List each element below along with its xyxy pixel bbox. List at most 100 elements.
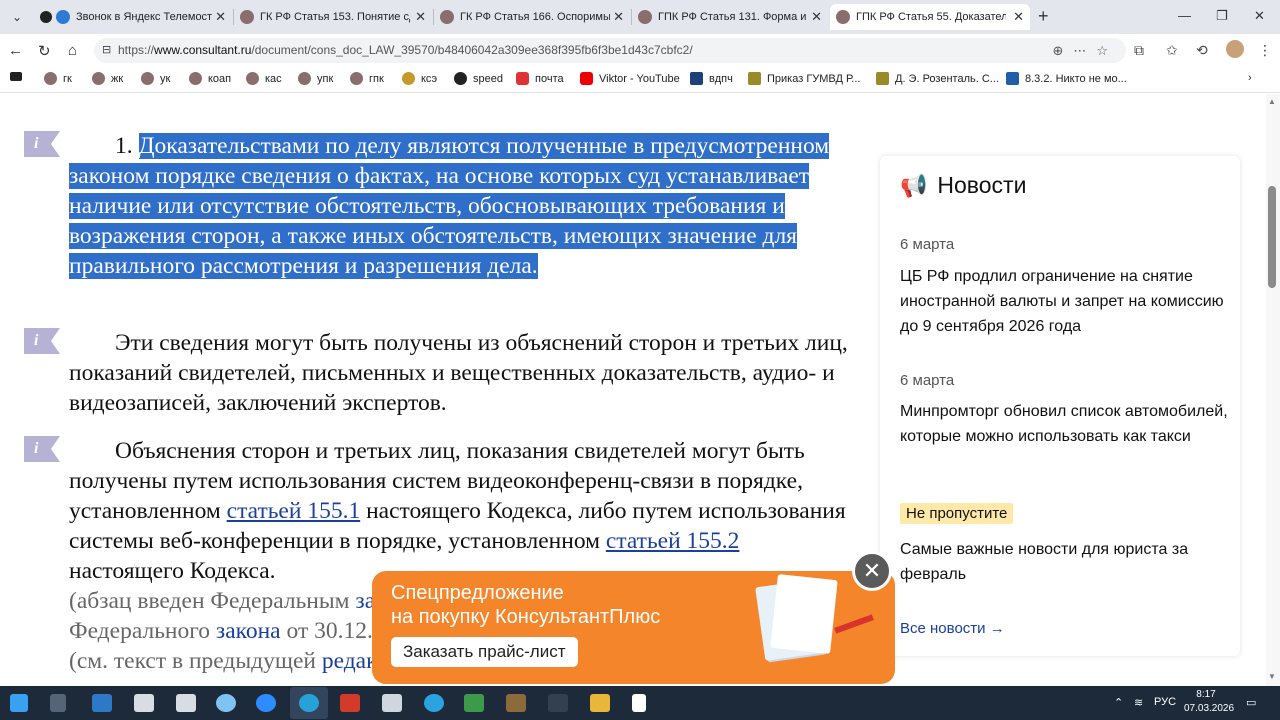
bookmark-mail[interactable]: почта [516,72,564,85]
news-item-link[interactable]: ЦБ РФ продлил ограничение на снятие инос… [900,264,1230,339]
speedometer-icon [454,72,467,85]
bookmarks-folder-icon[interactable] [10,72,28,81]
bookmark-label: упк [317,72,334,85]
bookmark-koap[interactable]: коап [189,72,231,85]
more-icon[interactable]: ⋯ [1073,43,1096,58]
meet-icon[interactable] [464,694,484,712]
tab-gk-166[interactable]: ГК РФ Статья 166. Оспоримые и ✕ [434,4,630,30]
bookmark-youtube[interactable]: Viktor - YouTube [580,72,680,85]
new-tab-button[interactable]: + [1038,6,1049,27]
law-link[interactable]: закона [216,618,281,644]
close-tab-icon[interactable]: ✕ [1013,9,1024,25]
tab-gpk-131[interactable]: ГПК РФ Статья 131. Форма и сод ✕ [632,4,828,30]
bookmark-uk[interactable]: ук [141,72,170,85]
selected-text: Доказательствами по делу являются получе… [69,133,830,279]
bookmark-prikaz[interactable]: Приказ ГУМВД Р... [748,72,860,85]
all-news-link[interactable]: Все новости → [900,620,1005,637]
minimize-icon[interactable]: — [1178,8,1191,23]
zoom-icon[interactable] [256,694,276,712]
notes-app-icon[interactable] [632,694,646,712]
info-marker-icon[interactable]: i [24,328,60,354]
tab-gpk-55[interactable]: ГПК РФ Статья 55. Доказательств ✕ [830,4,1030,30]
bookmark-zhk[interactable]: жк [92,72,123,85]
bookmark-icon [298,72,311,85]
site-info-icon[interactable]: ⊟ [102,38,111,63]
media-icon[interactable] [548,694,568,712]
close-promo-button[interactable]: ✕ [852,551,892,591]
home-icon[interactable]: ⌂ [68,42,77,59]
clock[interactable]: 8:17 07.03.2026 [1184,688,1234,716]
wifi-icon[interactable]: ≋ [1134,696,1143,709]
tab-telemost[interactable]: Звонок в Яндекс Телемост ✕ [34,4,232,30]
bookmark-kas[interactable]: кас [246,72,282,85]
scrollbar-track[interactable] [1266,94,1280,686]
bookmark-upk[interactable]: упк [298,72,333,85]
profile-avatar[interactable] [1226,40,1244,58]
pdf-reader-icon[interactable] [340,694,360,712]
close-window-icon[interactable]: ✕ [1254,8,1265,24]
university-icon [690,72,703,85]
file-explorer-icon[interactable] [590,694,610,712]
history-icon[interactable]: ⟲ [1196,42,1208,59]
close-tab-icon[interactable]: ✕ [811,9,822,25]
bookmark-kse[interactable]: ксэ [402,72,437,85]
promo-banner[interactable]: Спецпредложение на покупку КонсультантПл… [372,571,895,684]
close-tab-icon[interactable]: ✕ [415,9,426,25]
favorite-star-icon[interactable]: ☆ [1096,43,1118,58]
bookmark-gpk[interactable]: гпк [350,72,384,85]
outlook-icon[interactable] [92,694,112,712]
bookmark-label: жк [111,72,124,85]
news-header: 📢 Новости [900,172,1026,199]
bookmark-vdpch[interactable]: вдпч [690,72,733,85]
edge-icon[interactable] [299,694,319,712]
close-tab-icon[interactable]: ✕ [215,9,226,25]
maximize-icon[interactable]: ❐ [1216,8,1228,24]
tray-overflow-icon[interactable]: ⌃ [1114,696,1123,709]
windows-taskbar: ⌃ ≋ РУС 8:17 07.03.2026 ▭ [0,686,1280,720]
promo-title: Спецпредложение [391,582,564,604]
app-window-icon[interactable] [134,694,154,712]
article-155-1-link[interactable]: статьей 155.1 [227,498,361,524]
notifications-icon[interactable]: ▭ [1246,696,1256,709]
bookmark-icon [92,72,105,85]
tab-title: ГПК РФ Статья 55. Доказательств [856,11,1006,23]
chat-app-icon[interactable] [216,694,236,712]
telegram-icon[interactable] [424,694,444,712]
game-icon[interactable] [506,694,526,712]
windows-start-icon[interactable] [10,694,28,712]
tab-actions-menu[interactable]: ⌄ [6,6,28,28]
info-marker-icon[interactable]: i [24,436,60,462]
emblem-icon [402,72,415,85]
task-view-icon[interactable] [50,694,66,712]
notepad-icon[interactable] [382,694,402,712]
menu-icon[interactable]: ⋮ [1258,42,1272,59]
bookmark-label: speed [473,72,503,85]
bookmarks-overflow-icon[interactable]: › [1248,72,1252,84]
scrollbar-thumb[interactable] [1268,186,1276,288]
news-item-link[interactable]: Самые важные новости для юриста за февра… [900,537,1230,587]
zoom-icon[interactable]: ⊕ [1052,43,1073,58]
bookmark-label: почта [535,72,564,85]
close-tab-icon[interactable]: ✕ [613,9,624,25]
article-155-2-link[interactable]: статьей 155.2 [606,528,740,554]
bookmark-speed[interactable]: speed [454,72,503,85]
scroll-up-icon[interactable]: ▲ [1268,97,1276,106]
reload-icon[interactable]: ↻ [38,42,51,60]
url-field[interactable]: ⊟ https://www.consultant.ru/document/con… [94,38,1126,63]
scroll-down-icon[interactable]: ▼ [1268,672,1276,681]
news-title: Новости [937,172,1027,198]
bookmark-rozental[interactable]: Д. Э. Розенталь. С... [876,72,999,85]
favorites-icon[interactable]: ✩ [1166,42,1178,59]
back-icon[interactable]: ← [8,42,23,59]
news-item-link[interactable]: Минпромторг обновил список автомобилей, … [900,399,1230,449]
language-indicator[interactable]: РУС [1154,696,1176,708]
telemost-logo-icon [56,10,70,24]
bookmark-gk[interactable]: гк [44,72,72,85]
tab-gk-153[interactable]: ГК РФ Статья 153. Понятие сделк ✕ [234,4,432,30]
order-price-list-button[interactable]: Заказать прайс-лист [391,637,578,667]
bookmark-832[interactable]: 8.3.2. Никто не мо... [1006,72,1127,85]
app-window-icon[interactable] [176,694,196,712]
info-marker-icon[interactable]: i [24,131,60,157]
extensions-icon[interactable]: ⧉ [1134,42,1144,59]
telemost-icon [40,11,52,23]
